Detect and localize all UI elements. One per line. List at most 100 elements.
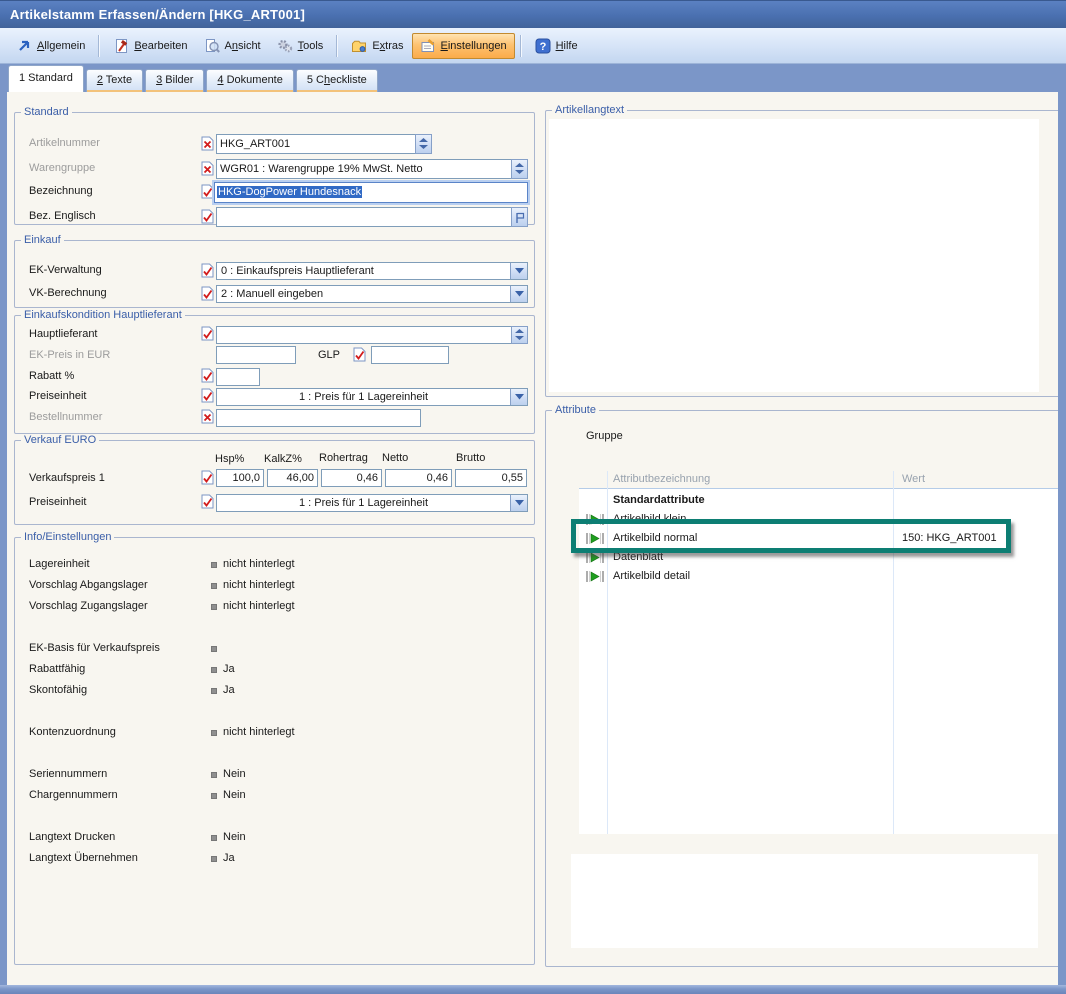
col-header-kalkz: KalkZ% [264,453,302,465]
warengruppe-label: Warengruppe [29,162,95,174]
titlebar[interactable]: Artikelstamm Erfassen/Ändern [HKG_ART001… [0,0,1066,28]
attribute-group-legend: Attribute [552,404,599,416]
netto-input[interactable] [385,469,452,487]
info-value: nicht hinterlegt [223,579,295,591]
toolbar-separator [98,35,100,57]
hauptlieferant-input[interactable] [216,326,512,344]
attr-row-artikelbild-detail[interactable]: Artikelbild detail [579,567,1066,586]
selected-text: HKG-DogPower Hundesnack [217,186,362,198]
flag-button[interactable] [511,207,528,227]
window-frame-right [1058,64,1066,994]
hauptlieferant-spinner[interactable] [511,326,528,344]
hsp-input[interactable] [216,469,264,487]
bullet-icon [211,835,217,841]
toolbar-item-hilfe[interactable]: ? Hilfe [527,33,586,59]
doc-check-icon [201,209,214,224]
bullet-icon [211,688,217,694]
window-frame-left [0,64,7,994]
toolbar-item-label: Tools [298,40,324,52]
vk-berechnung-label: VK-Berechnung [29,287,107,299]
info-label: Lagereinheit [29,558,90,570]
doc-x-icon [201,161,214,176]
bullet-icon [211,562,217,568]
attr-col-header-wert: Wert [902,473,925,485]
dropdown-icon[interactable] [510,389,527,405]
toolbar-item-label: Einstellungen [441,40,507,52]
kalkz-input[interactable] [267,469,318,487]
bez-englisch-input[interactable] [216,207,512,227]
glp-input[interactable] [371,346,449,364]
tab-standard[interactable]: 1 Standard [8,65,84,92]
preiseinheit-vk-label: Preiseinheit [29,496,86,508]
dropdown-icon[interactable] [510,495,527,511]
attribute-play-icon [586,552,604,563]
bullet-icon [211,856,217,862]
bullet-icon [211,583,217,589]
tab-texte[interactable]: 2 Texte [86,69,143,92]
bullet-icon [211,646,217,652]
rabatt-input[interactable] [216,368,260,386]
doc-check-icon [353,347,366,362]
info-label: Seriennummern [29,768,107,780]
standard-group-legend: Standard [21,106,72,118]
bullet-icon [211,667,217,673]
annotation-highlight-box [571,519,1011,553]
hammer-document-icon [113,38,129,54]
preiseinheit-vk-select[interactable]: 1 : Preis für 1 Lagereinheit [216,494,528,512]
toolbar-item-bearbeiten[interactable]: Bearbeiten [105,33,195,59]
attribute-play-icon [586,571,604,582]
brutto-input[interactable] [455,469,527,487]
col-header-hsp: Hsp% [215,453,244,465]
warengruppe-spinner[interactable] [511,159,528,179]
info-label: EK-Basis für Verkaufspreis [29,642,160,654]
col-header-rohertrag: Rohertrag [319,452,368,464]
toolbar-item-label: Ansicht [225,40,261,52]
artikelnummer-spinner[interactable] [415,134,432,154]
verkauf-group: Verkauf EURO Hsp% KalkZ% Rohertrag Netto… [14,440,535,525]
tab-bilder[interactable]: 3 Bilder [145,69,204,92]
bezeichnung-input[interactable]: HKG-DogPower Hundesnack [214,182,528,203]
gruppe-label: Gruppe [586,430,623,442]
gears-icon [277,38,293,54]
einkaufskondition-group-legend: Einkaufskondition Hauptlieferant [21,309,185,321]
dropdown-icon[interactable] [510,286,527,302]
doc-check-icon [201,494,214,509]
info-label: Langtext Drucken [29,831,115,843]
bullet-icon [211,730,217,736]
artikelnummer-input[interactable] [216,134,416,154]
toolbar-item-allgemein[interactable]: Allgemein [8,33,93,59]
flag-icon [514,211,525,224]
toolbar-item-einstellungen[interactable]: Einstellungen [412,33,515,59]
bullet-icon [211,793,217,799]
warengruppe-input[interactable] [216,159,512,179]
doc-check-icon [201,470,214,485]
dropdown-icon[interactable] [510,263,527,279]
magnifier-icon [204,38,220,54]
toolbar-item-extras[interactable]: Extras [343,33,411,59]
ek-preis-input[interactable] [216,346,296,364]
tab-dokumente[interactable]: 4 Dokumente [206,69,293,92]
info-label: Langtext Übernehmen [29,852,138,864]
info-value: Nein [223,768,246,780]
bestellnummer-input[interactable] [216,409,421,427]
artikellangtext-textarea[interactable] [549,119,1039,392]
vk-berechnung-select[interactable]: 2 : Manuell eingeben [216,285,528,303]
einkauf-group: Einkauf EK-Verwaltung 0 : Einkaufspreis … [14,240,535,308]
toolbar-separator [520,35,522,57]
attr-row-standardattribute[interactable]: Standardattribute [579,491,1066,510]
tab-checkliste[interactable]: 5 Checkliste [296,69,378,92]
toolbar-item-tools[interactable]: Tools [269,33,332,59]
bez-englisch-label: Bez. Englisch [29,210,96,222]
info-value: Ja [223,852,235,864]
info-value: Ja [223,684,235,696]
toolbar-item-ansicht[interactable]: Ansicht [196,33,269,59]
verkauf-group-legend: Verkauf EURO [21,434,99,446]
info-group: Info/Einstellungen Lagereinheit nicht hi… [14,537,535,965]
rohertrag-input[interactable] [321,469,382,487]
doc-check-icon [201,326,214,341]
doc-check-icon [201,263,214,278]
preiseinheit-ek-select[interactable]: 1 : Preis für 1 Lagereinheit [216,388,528,406]
ek-verwaltung-select[interactable]: 0 : Einkaufspreis Hauptlieferant [216,262,528,280]
einkaufskondition-group: Einkaufskondition Hauptlieferant Hauptli… [14,315,535,434]
einkauf-group-legend: Einkauf [21,234,64,246]
